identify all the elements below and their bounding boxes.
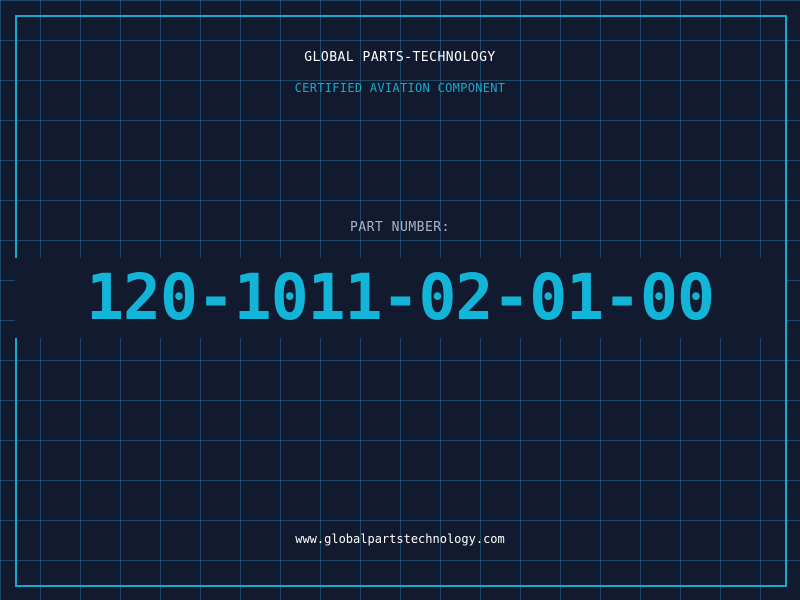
website-url: www.globalpartstechnology.com — [295, 532, 505, 546]
part-number-value: 120-1011-02-01-00 — [86, 261, 715, 334]
certification-subtitle: CERTIFIED AVIATION COMPONENT — [294, 81, 506, 95]
part-number-label: PART NUMBER: — [350, 220, 450, 235]
company-name: GLOBAL PARTS-TECHNOLOGY — [304, 50, 496, 65]
label-canvas: GLOBAL PARTS-TECHNOLOGY CERTIFIED AVIATI… — [0, 0, 800, 600]
